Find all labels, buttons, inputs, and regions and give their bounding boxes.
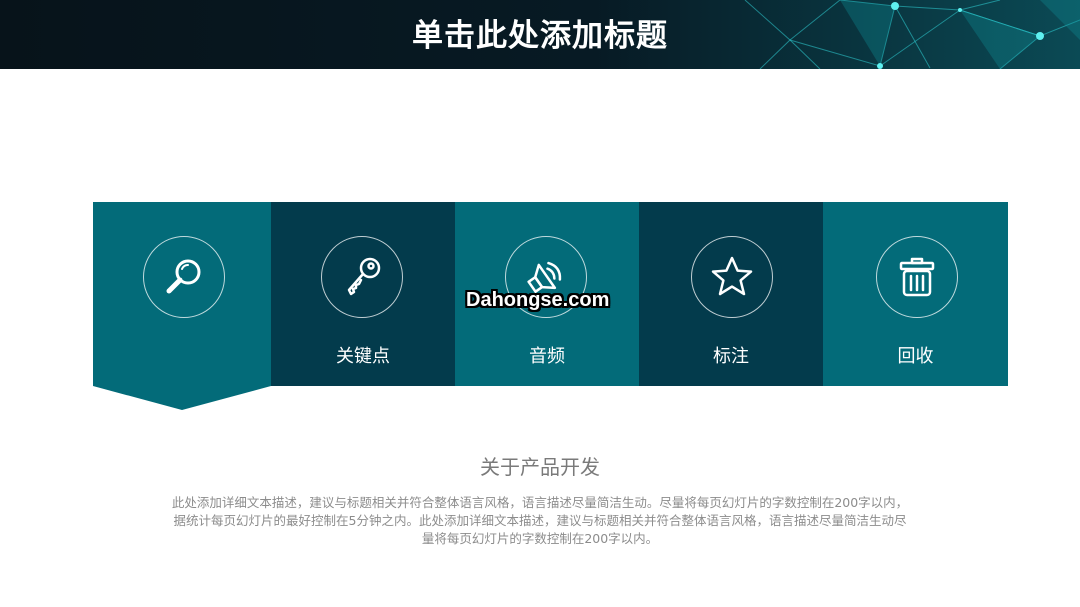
tile-label: 回收 [897,346,934,367]
header-banner: 单击此处添加标题 [0,0,1080,69]
icon-circle [876,236,958,318]
watermark-text: Dahongse.com [466,289,610,311]
trash-icon [899,257,935,297]
tile-keypoint[interactable]: 关键点 [271,202,455,386]
tile-search[interactable] [93,202,271,412]
tile-label: 音频 [529,346,565,367]
section-body[interactable]: 此处添加详细文本描述，建议与标题相关并符合整体语言风格，语言描述尽量简洁生动。尽… [170,494,910,548]
section-title[interactable]: 关于产品开发 [0,451,1080,480]
icon-circle [691,236,773,318]
star-icon [711,256,753,296]
tile-label: 关键点 [336,346,390,367]
tile-label: 标注 [713,346,749,367]
tile-annotate[interactable]: 标注 [639,202,823,386]
magnifier-icon [166,259,201,294]
tile-recycle[interactable]: 回收 [823,202,1008,386]
icon-circle [321,236,403,318]
page-title[interactable]: 单击此处添加标题 [0,0,1080,69]
icon-circle [143,236,225,318]
key-icon [347,257,381,296]
